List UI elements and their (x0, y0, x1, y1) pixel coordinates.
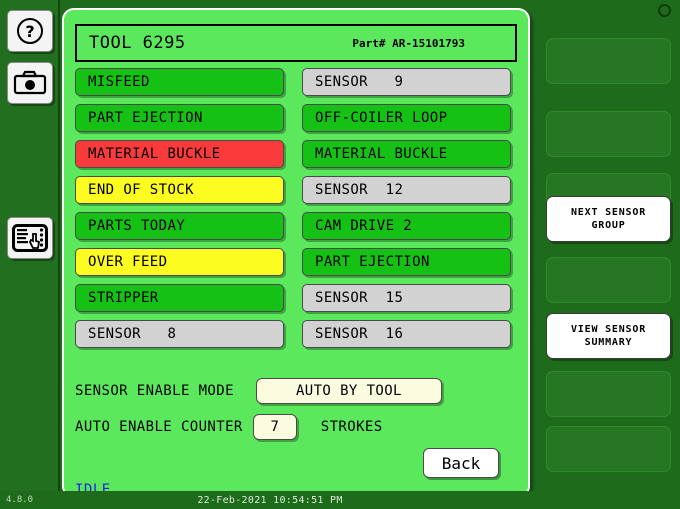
sensor-button[interactable]: PART EJECTION (75, 104, 284, 132)
sensor-button[interactable]: STRIPPER (75, 284, 284, 312)
datetime-label: 22-Feb-2021 10:54:51 PM (197, 495, 343, 506)
next-sensor-group-button[interactable]: NEXT SENSOR GROUP (546, 196, 671, 242)
camera-button[interactable] (7, 62, 53, 104)
sensor-enable-mode-label: SENSOR ENABLE MODE (75, 383, 234, 399)
auto-enable-counter-row: AUTO ENABLE COUNTER 7 STROKES (75, 414, 383, 440)
status-bar: 4.8.0 22-Feb-2021 10:54:51 PM (0, 491, 680, 509)
sensor-button[interactable]: SENSOR 16 (302, 320, 511, 348)
svg-text:?: ? (25, 22, 34, 41)
power-indicator-icon (658, 4, 671, 17)
sensor-button[interactable]: CAM DRIVE 2 (302, 212, 511, 240)
auto-enable-counter-input[interactable]: 7 (252, 414, 297, 440)
tool-title: TOOL 6295 (89, 33, 186, 53)
sensor-enable-mode-select[interactable]: AUTO BY TOOL (255, 378, 442, 404)
softkey-slot-1[interactable] (546, 38, 671, 84)
sensor-button[interactable]: PART EJECTION (302, 248, 511, 276)
sensor-enable-mode-row: SENSOR ENABLE MODE AUTO BY TOOL (75, 378, 442, 404)
help-button[interactable]: ? (7, 10, 53, 52)
camera-icon (13, 70, 47, 96)
view-sensor-summary-button[interactable]: VIEW SENSOR SUMMARY (546, 313, 671, 359)
back-button[interactable]: Back (423, 448, 499, 478)
panel-controls: SENSOR ENABLE MODE AUTO BY TOOL AUTO ENA… (64, 370, 532, 500)
auto-enable-counter-label: AUTO ENABLE COUNTER (75, 419, 243, 435)
sensor-button[interactable]: END OF STOCK (75, 176, 284, 204)
hmi-panel-button[interactable] (7, 217, 53, 259)
sensor-group-panel: TOOL 6295 Part# AR-15101793 MISFEED SENS… (62, 8, 530, 498)
sensor-button[interactable]: MATERIAL BUCKLE (75, 140, 284, 168)
sensor-button[interactable]: SENSOR 12 (302, 176, 511, 204)
sensor-button[interactable]: SENSOR 15 (302, 284, 511, 312)
right-softkey-rail: NEXT SENSOR GROUP VIEW SENSOR SUMMARY (540, 0, 680, 509)
sensor-button-grid: MISFEED SENSOR 9 PART EJECTION OFF-COILE… (75, 68, 521, 348)
sensor-button[interactable]: PARTS TODAY (75, 212, 284, 240)
left-icon-rail: ? (0, 0, 60, 509)
sensor-button[interactable]: MATERIAL BUCKLE (302, 140, 511, 168)
softkey-slot-5[interactable] (546, 257, 671, 303)
softkey-slot-7[interactable] (546, 371, 671, 417)
sensor-button[interactable]: OVER FEED (75, 248, 284, 276)
softkey-slot-2[interactable] (546, 111, 671, 157)
part-number: Part# AR-15101793 (352, 36, 465, 50)
tool-header: TOOL 6295 Part# AR-15101793 (75, 24, 517, 62)
question-mark-icon: ? (15, 16, 45, 46)
touch-panel-icon (12, 224, 48, 252)
counter-units-label: STROKES (320, 419, 383, 435)
softkey-slot-8[interactable] (546, 426, 671, 472)
sensor-button[interactable]: OFF-COILER LOOP (302, 104, 511, 132)
sensor-button[interactable]: MISFEED (75, 68, 284, 96)
sensor-button[interactable]: SENSOR 9 (302, 68, 511, 96)
sensor-button[interactable]: SENSOR 8 (75, 320, 284, 348)
